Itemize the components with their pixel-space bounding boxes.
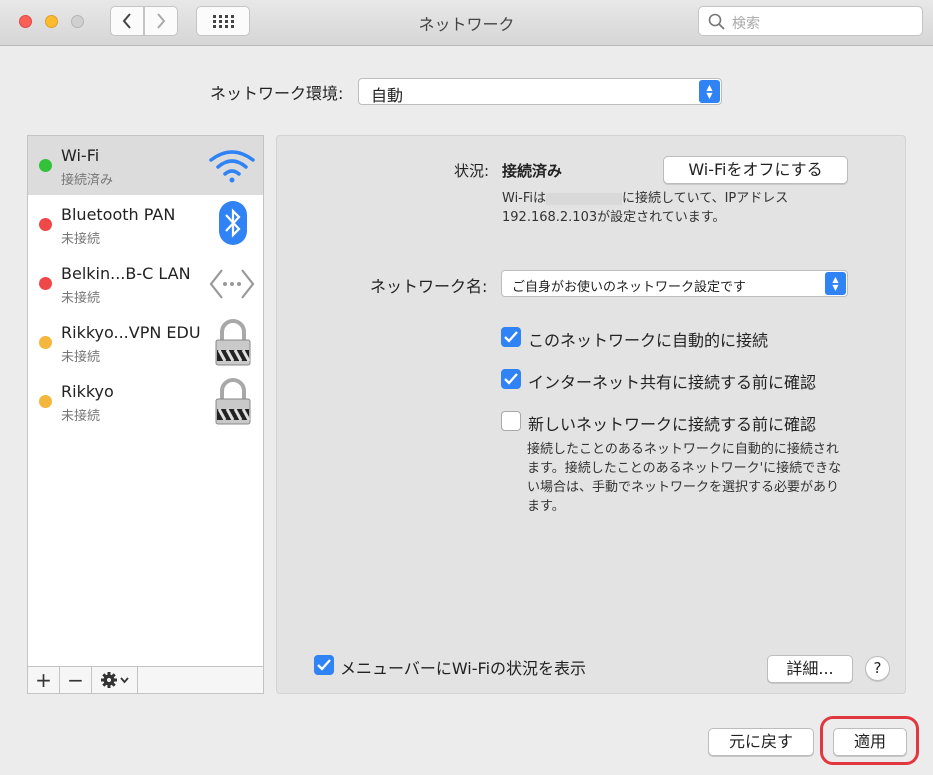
service-status: 接続済み <box>61 173 114 188</box>
service-status: 未接続 <box>61 409 101 424</box>
search-icon <box>708 13 725 30</box>
status-description: Wi-Fiは に接続していて、IPアドレス 192.168.2.103が設定されて… <box>502 189 788 227</box>
desc-line: ます。 <box>527 499 565 514</box>
service-name: Rikkyo...VPN EDU <box>61 323 201 342</box>
status-dot <box>39 218 52 231</box>
service-status: 未接続 <box>61 291 101 306</box>
checkmark-icon <box>504 373 518 385</box>
advanced-button[interactable]: 詳細... <box>767 655 853 683</box>
network-name-value: ご自身がお使いのネットワーク設定です <box>512 280 747 295</box>
ask-before-hotspot-checkbox[interactable] <box>501 369 521 389</box>
lock-icon <box>215 378 251 425</box>
checkmark-icon <box>317 659 331 671</box>
status-label: 状況: <box>454 162 490 180</box>
apply-button[interactable]: 適用 <box>833 728 907 756</box>
status-desc-suffix: に接続していて、IPアドレス <box>622 191 789 206</box>
wifi-icon <box>209 150 255 183</box>
status-desc-ip: 192.168.2.103が設定されています。 <box>502 210 726 225</box>
status-dot <box>39 336 52 349</box>
help-button[interactable]: ? <box>865 656 890 681</box>
ask-new-network-checkbox[interactable] <box>501 411 521 431</box>
ask-before-hotspot-label: インターネット共有に接続する前に確認 <box>528 373 817 392</box>
network-name-popup[interactable]: ご自身がお使いのネットワーク設定です ▲ ▼ <box>501 270 848 297</box>
add-service-button[interactable]: + <box>28 667 60 693</box>
service-item-belkin-lan[interactable]: Belkin...B-C LAN 未接続 <box>28 254 263 313</box>
service-status: 未接続 <box>61 232 101 247</box>
network-name-label: ネットワーク名: <box>370 277 488 296</box>
auto-join-checkbox[interactable] <box>501 327 521 347</box>
popup-arrows-icon: ▲ ▼ <box>699 80 720 103</box>
wifi-off-button[interactable]: Wi-Fiをオフにする <box>663 156 848 184</box>
desc-line: い場合は、手動でネットワークを選択する必要があり <box>527 480 840 495</box>
status-dot <box>39 395 52 408</box>
desc-line: ます。接続したことのあるネットワーク'に接続できな <box>527 461 842 476</box>
ethernet-icon <box>209 269 255 299</box>
bluetooth-icon <box>219 201 247 245</box>
lock-icon <box>215 319 251 366</box>
redacted-network-name <box>546 192 623 205</box>
revert-button[interactable]: 元に戻す <box>708 728 814 756</box>
location-popup[interactable]: 自動 ▲ ▼ <box>358 78 722 105</box>
status-dot <box>39 277 52 290</box>
location-value: 自動 <box>371 86 404 105</box>
status-value: 接続済み <box>502 162 563 180</box>
ask-new-network-label: 新しいネットワークに接続する前に確認 <box>528 415 817 434</box>
status-dot <box>39 159 52 172</box>
location-label: ネットワーク環境: <box>210 84 344 103</box>
title-bar: ネットワーク 検索 <box>0 0 933 46</box>
popup-arrows-icon: ▲ ▼ <box>825 272 846 295</box>
remove-service-button[interactable]: − <box>60 667 92 693</box>
auto-join-label: このネットワークに自動的に接続 <box>528 331 769 350</box>
search-field[interactable]: 検索 <box>698 6 923 36</box>
action-menu-button[interactable] <box>92 667 138 693</box>
service-name: Rikkyo <box>61 382 114 401</box>
desc-line: 接続したことのあるネットワークに自動的に接続され <box>527 442 839 457</box>
service-list: Wi-Fi 接続済み Bluetooth PAN 未接続 Belkin...B-… <box>27 135 264 667</box>
search-placeholder: 検索 <box>732 16 760 32</box>
service-item-wifi[interactable]: Wi-Fi 接続済み <box>28 136 263 195</box>
service-name: Wi-Fi <box>61 146 100 165</box>
service-item-rikkyo-vpn-edu[interactable]: Rikkyo...VPN EDU 未接続 <box>28 313 263 372</box>
service-name: Belkin...B-C LAN <box>61 264 191 283</box>
service-item-rikkyo[interactable]: Rikkyo 未接続 <box>28 372 263 431</box>
menubar-status-label: メニューバーにWi-Fiの状況を表示 <box>340 659 587 678</box>
service-name: Bluetooth PAN <box>61 205 176 224</box>
service-item-bluetooth-pan[interactable]: Bluetooth PAN 未接続 <box>28 195 263 254</box>
service-list-toolbar: + − <box>27 667 264 694</box>
gear-icon <box>100 672 129 688</box>
menubar-status-checkbox[interactable] <box>314 655 334 675</box>
checkmark-icon <box>504 331 518 343</box>
ask-new-network-description: 接続したことのあるネットワークに自動的に接続され ます。接続したことのあるネット… <box>527 440 847 516</box>
status-desc-prefix: Wi-Fiは <box>502 191 547 206</box>
service-status: 未接続 <box>61 350 101 365</box>
